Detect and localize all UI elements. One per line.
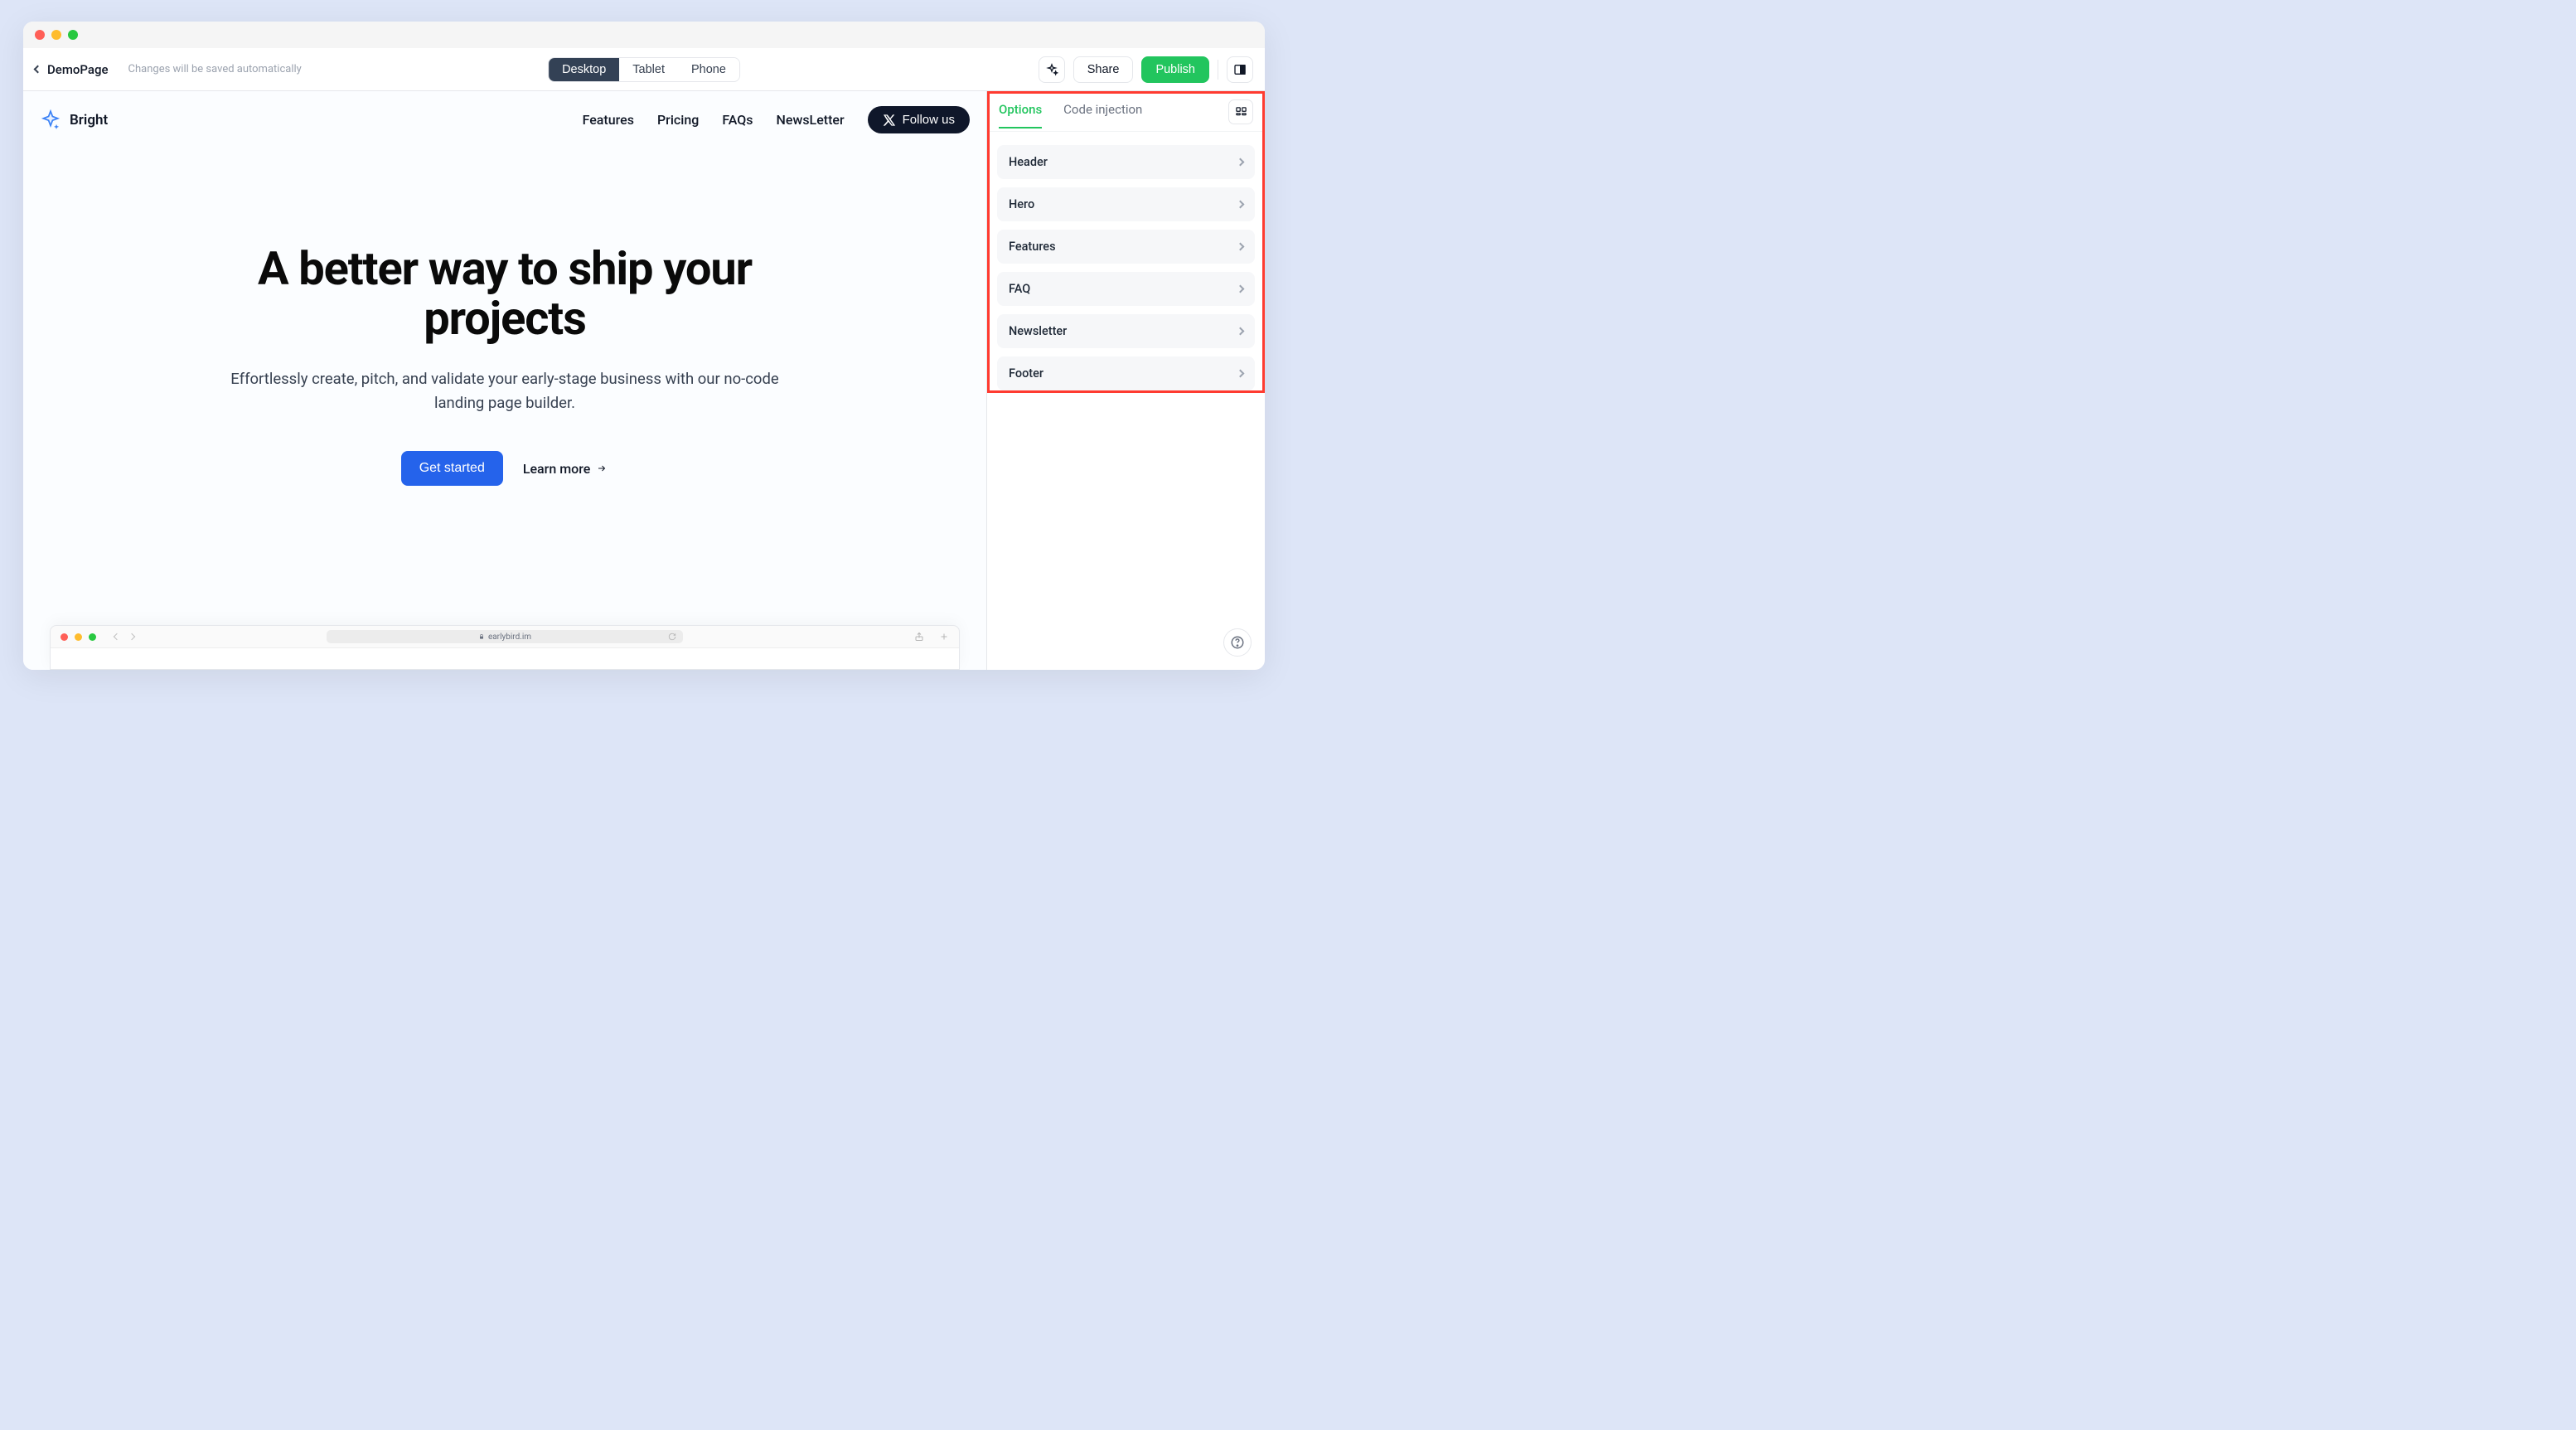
mock-nav-arrows xyxy=(114,634,134,639)
section-item-hero[interactable]: Hero xyxy=(997,187,1255,221)
section-label: Header xyxy=(1009,155,1048,169)
mock-fullscreen-icon xyxy=(89,633,96,641)
viewport-switcher: Desktop Tablet Phone xyxy=(548,57,740,82)
share-button[interactable]: Share xyxy=(1073,56,1134,83)
sparkle-logo-icon xyxy=(40,109,61,131)
browser-mockup: earlybird.im xyxy=(50,625,960,670)
nav-newsletter[interactable]: NewsLetter xyxy=(777,112,845,128)
section-item-footer[interactable]: Footer xyxy=(997,356,1255,390)
hero-section: A better way to ship your projects Effor… xyxy=(190,148,820,519)
toggle-panel-button[interactable] xyxy=(1227,56,1253,83)
tab-options[interactable]: Options xyxy=(999,102,1042,128)
mock-right-icons xyxy=(914,632,949,642)
brand-name: Bright xyxy=(70,112,108,128)
follow-label: Follow us xyxy=(903,113,955,127)
canvas[interactable]: Bright Features Pricing FAQs NewsLetter … xyxy=(23,91,986,670)
traffic-fullscreen-icon[interactable] xyxy=(68,30,78,40)
x-twitter-icon xyxy=(883,114,896,127)
section-item-features[interactable]: Features xyxy=(997,230,1255,264)
viewport-phone-button[interactable]: Phone xyxy=(678,58,739,81)
section-label: Newsletter xyxy=(1009,324,1067,338)
follow-us-button[interactable]: Follow us xyxy=(868,106,970,133)
section-label: Features xyxy=(1009,240,1056,254)
properties-panel: Options Code injection Header Hero xyxy=(986,91,1265,670)
nav-features[interactable]: Features xyxy=(583,112,634,128)
content-area: Bright Features Pricing FAQs NewsLetter … xyxy=(23,91,1265,670)
section-label: Footer xyxy=(1009,366,1043,381)
chevron-right-icon xyxy=(1237,370,1245,378)
mock-url-bar: earlybird.im xyxy=(327,630,683,643)
hero-title: A better way to ship your projects xyxy=(223,244,787,344)
help-button[interactable] xyxy=(1223,628,1252,657)
section-label: FAQ xyxy=(1009,282,1030,296)
browser-chrome: earlybird.im xyxy=(51,626,959,647)
chevron-right-icon xyxy=(1237,327,1245,336)
site-header: Bright Features Pricing FAQs NewsLetter … xyxy=(23,91,986,148)
question-icon xyxy=(1230,635,1245,650)
section-item-faq[interactable]: FAQ xyxy=(997,272,1255,306)
get-started-button[interactable]: Get started xyxy=(401,451,503,486)
share-icon xyxy=(914,632,924,642)
viewport-tablet-button[interactable]: Tablet xyxy=(619,58,678,81)
layout-grid-button[interactable] xyxy=(1228,99,1253,124)
publish-button[interactable]: Publish xyxy=(1141,56,1209,83)
mock-close-icon xyxy=(61,633,68,641)
ai-sparkle-button[interactable] xyxy=(1039,56,1065,83)
nav-pricing[interactable]: Pricing xyxy=(657,112,699,128)
refresh-icon xyxy=(668,633,676,641)
lock-icon xyxy=(478,633,485,640)
panel-right-icon xyxy=(1233,63,1247,76)
tab-code-injection[interactable]: Code injection xyxy=(1063,102,1142,128)
panel-tabs: Options Code injection xyxy=(987,91,1265,132)
learn-more-label: Learn more xyxy=(523,461,590,477)
nav-faqs[interactable]: FAQs xyxy=(722,112,753,128)
hero-cta: Get started Learn more xyxy=(223,451,787,486)
plus-icon xyxy=(939,632,949,642)
section-list: Header Hero Features FAQ Newsletter xyxy=(987,132,1265,404)
hero-subtitle: Effortlessly create, pitch, and validate… xyxy=(223,367,787,414)
viewport-desktop-button[interactable]: Desktop xyxy=(549,58,619,81)
sparkle-icon xyxy=(1045,63,1058,76)
chevron-right-icon xyxy=(1237,201,1245,209)
chevron-right-icon xyxy=(1237,285,1245,293)
layout-grid-icon xyxy=(1235,106,1247,119)
toolbar: DemoPage Changes will be saved automatic… xyxy=(23,48,1265,91)
section-item-header[interactable]: Header xyxy=(997,145,1255,179)
mock-minimize-icon xyxy=(75,633,82,641)
mock-url-text: earlybird.im xyxy=(488,633,531,642)
chevron-right-icon xyxy=(1237,158,1245,167)
chevron-left-icon xyxy=(114,633,120,640)
learn-more-link[interactable]: Learn more xyxy=(523,461,608,477)
site-nav: Features Pricing FAQs NewsLetter Follow … xyxy=(583,106,970,133)
arrow-right-icon xyxy=(595,463,608,473)
section-item-newsletter[interactable]: Newsletter xyxy=(997,314,1255,348)
back-button[interactable]: DemoPage xyxy=(35,62,109,77)
mock-body xyxy=(51,647,959,669)
traffic-minimize-icon[interactable] xyxy=(51,30,61,40)
toolbar-right: Share Publish xyxy=(1039,56,1253,83)
app-window: DemoPage Changes will be saved automatic… xyxy=(23,22,1265,670)
section-label: Hero xyxy=(1009,197,1034,211)
traffic-close-icon[interactable] xyxy=(35,30,45,40)
mac-titlebar xyxy=(23,22,1265,48)
page-title: DemoPage xyxy=(47,62,109,77)
chevron-right-icon xyxy=(1237,243,1245,251)
brand-logo[interactable]: Bright xyxy=(40,109,108,131)
chevron-left-icon xyxy=(34,65,42,74)
autosave-status: Changes will be saved automatically xyxy=(128,63,302,75)
chevron-right-icon xyxy=(128,633,135,640)
